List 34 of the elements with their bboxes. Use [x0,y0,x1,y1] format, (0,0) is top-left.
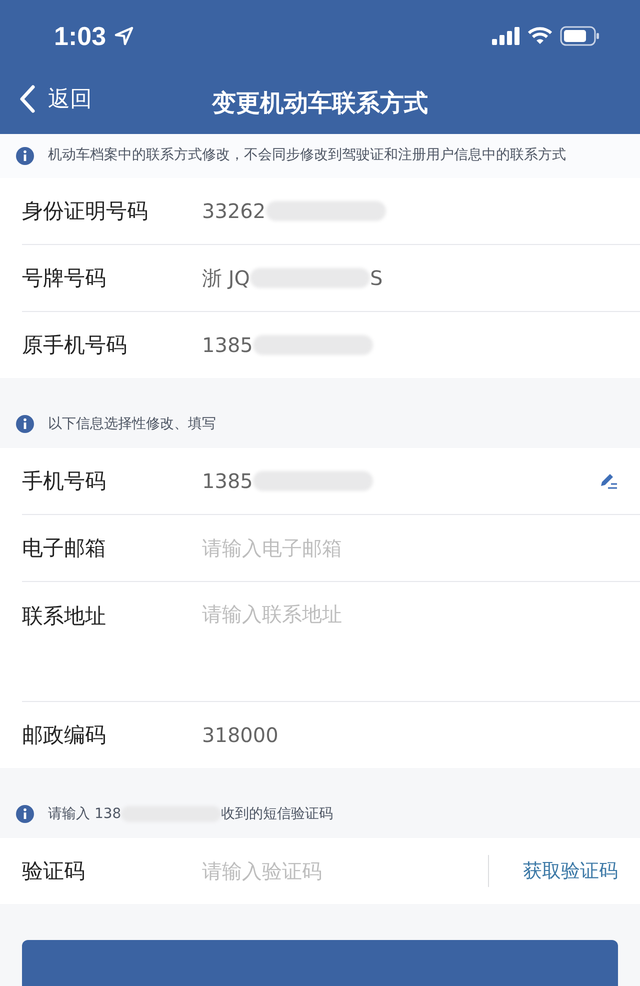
field-value: 1385 [202,333,253,357]
notice-text: 请输入 138 [48,805,122,824]
field-label: 手机号码 [22,468,107,495]
input-field[interactable]: 请输入联系地址 [202,602,618,626]
input-field[interactable]: 请输入验证码 [202,859,478,883]
input-field[interactable]: 请输入电子邮箱 [202,536,618,560]
notice-text: 以下信息选择性修改、填写 [48,415,216,434]
status-time: 1:03 [54,20,106,52]
field-label: 邮政编码 [22,722,107,749]
field-value: 1385 [202,469,253,493]
field-label: 号牌号码 [22,265,107,292]
back-button[interactable]: 返回 [18,84,92,114]
field-label: 联系地址 [22,603,107,630]
battery-icon [560,26,600,46]
page-title: 变更机动车联系方式 [212,88,428,119]
info-icon [16,805,34,823]
field-label: 电子邮箱 [22,535,107,562]
field-label: 原手机号码 [22,332,128,359]
info-icon [16,147,34,165]
info-icon [16,415,34,433]
field-value: 33262 [202,199,266,223]
notice-text: 机动车档案中的联系方式修改，不会同步修改到驾驶证和注册用户信息中的联系方式 [48,146,566,165]
field-label: 身份证明号码 [22,198,149,225]
wifi-icon [528,27,552,45]
input-field[interactable]: 318000 [202,723,618,747]
field-value: S [370,266,383,290]
location-arrow-icon [114,26,134,46]
field-value: 浙 JQ [202,264,250,292]
chevron-left-icon [18,84,36,114]
field-label: 验证码 [22,858,86,885]
get-code-button[interactable]: 获取验证码 [523,858,618,884]
pencil-icon[interactable] [598,472,618,490]
notice-text: 收到的短信验证码 [221,805,334,824]
signal-icon [492,27,520,45]
